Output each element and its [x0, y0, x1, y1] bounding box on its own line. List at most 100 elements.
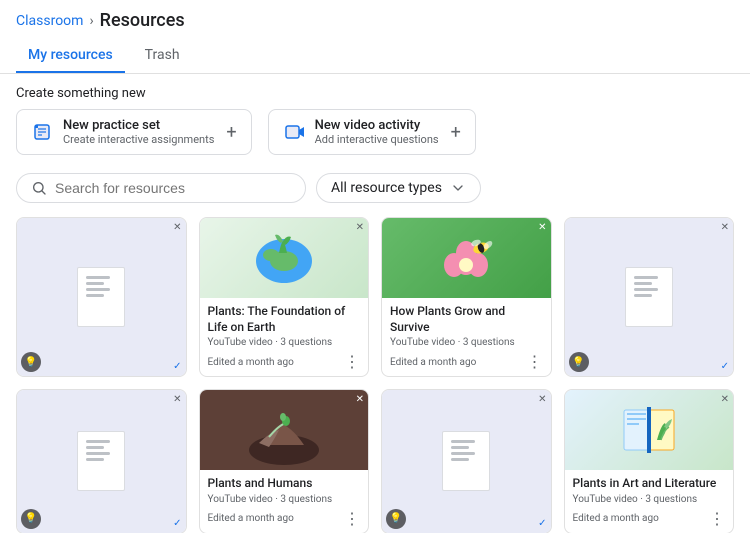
plants-earth-svg: [249, 223, 319, 293]
resource-card[interactable]: ✕ Plants in Art and Literature YouTube v…: [564, 389, 735, 533]
search-icon: [31, 180, 47, 196]
card-more-menu[interactable]: ⋮: [527, 354, 543, 370]
resource-card[interactable]: ✕ Plants and Humans YouTube video · 3 qu…: [199, 389, 370, 533]
resources-grid: 💡 ✕ ✓ A Deep Dive into the Secret Life o…: [0, 213, 750, 533]
card-close-icon[interactable]: ✕: [173, 222, 181, 233]
book-plants-svg: [609, 395, 689, 465]
new-video-activity-button[interactable]: New video activity Add interactive quest…: [268, 109, 476, 155]
card-thumbnail-placeholder: 💡 ✕ ✓: [17, 390, 186, 533]
card-body: A Deep Dive into the Secret Life of Plan…: [17, 376, 186, 377]
resource-card[interactable]: 💡 ✕ ✓ A Deep Dive into the Secret Life o…: [16, 217, 187, 377]
card-title: How Plants Grow and Survive: [390, 304, 543, 335]
video-activity-plus-icon: +: [451, 122, 461, 143]
card-meta: YouTube video · 3 questions: [390, 337, 543, 348]
new-practice-set-button[interactable]: New practice set Create interactive assi…: [16, 109, 252, 155]
card-check-icon: ✓: [173, 518, 181, 529]
doc-icon: [625, 267, 673, 327]
practice-set-sub: Create interactive assignments: [63, 133, 214, 146]
doc-lines: [447, 436, 485, 465]
card-close-icon[interactable]: ✕: [173, 394, 181, 405]
card-footer: Edited a month ago ⋮: [200, 354, 369, 376]
card-check-icon: ✓: [538, 518, 546, 529]
card-close-icon[interactable]: ✕: [538, 222, 546, 233]
card-lightbulb-icon: 💡: [21, 509, 41, 529]
practice-set-icon: [31, 120, 55, 144]
doc-lines: [630, 272, 668, 301]
doc-icon: [77, 267, 125, 327]
practice-set-title: New practice set: [63, 118, 214, 133]
video-activity-title: New video activity: [315, 118, 439, 133]
card-title: Plants: The Foundation of Life on Earth: [208, 304, 361, 335]
card-date: Edited a month ago: [390, 357, 476, 368]
card-body: How Plants Grow and Survive YouTube vide…: [382, 298, 551, 354]
card-body: Plants: The Foundation of Life on Earth …: [200, 298, 369, 354]
video-activity-sub: Add interactive questions: [315, 133, 439, 146]
card-close-icon[interactable]: ✕: [538, 394, 546, 405]
breadcrumb-separator: ›: [89, 13, 93, 29]
card-thumbnail-placeholder: 💡 ✕ ✓: [382, 390, 551, 533]
doc-icon: [442, 431, 490, 491]
video-activity-icon: [283, 120, 307, 144]
card-footer: Edited a month ago ⋮: [200, 511, 369, 533]
card-thumbnail: ✕: [382, 218, 551, 298]
breadcrumb: Classroom › Resources: [0, 0, 750, 39]
search-box[interactable]: [16, 173, 306, 203]
video-activity-text: New video activity Add interactive quest…: [315, 118, 439, 146]
breadcrumb-classroom[interactable]: Classroom: [16, 13, 83, 29]
card-title: Plants in Art and Literature: [573, 476, 726, 492]
card-close-icon[interactable]: ✕: [721, 394, 729, 405]
search-input[interactable]: [55, 180, 291, 196]
card-meta: YouTube video · 3 questions: [208, 337, 361, 348]
tabs-bar: My resources Trash: [0, 39, 750, 74]
card-date: Edited a month ago: [573, 513, 659, 524]
card-title: Plants and Humans: [208, 476, 361, 492]
card-date: Edited a month ago: [208, 357, 294, 368]
resource-card[interactable]: 💡 ✕ ✓ Plants and Their Environment Pract…: [16, 389, 187, 533]
breadcrumb-current: Resources: [100, 10, 185, 31]
tab-my-resources[interactable]: My resources: [16, 39, 125, 73]
card-more-menu[interactable]: ⋮: [709, 511, 725, 527]
resource-type-filter[interactable]: All resource types: [316, 173, 481, 203]
card-lightbulb-icon: 💡: [386, 509, 406, 529]
card-meta: YouTube video · 3 questions: [208, 494, 361, 505]
bee-flower-svg: [426, 223, 506, 293]
card-check-icon: ✓: [173, 361, 181, 372]
card-lightbulb-icon: 💡: [569, 352, 589, 372]
card-thumbnail: ✕: [565, 390, 734, 470]
doc-lines: [82, 436, 120, 465]
create-section: Create something new New practice set Cr…: [0, 74, 750, 163]
card-lightbulb-icon: 💡: [21, 352, 41, 372]
resource-card[interactable]: 💡 ✕ ✓ The Amazing Diversity of Plants Pr…: [564, 217, 735, 377]
card-thumbnail: ✕: [200, 218, 369, 298]
card-date: Edited a month ago: [208, 513, 294, 524]
tab-trash[interactable]: Trash: [133, 39, 192, 73]
card-close-icon[interactable]: ✕: [356, 394, 364, 405]
resource-card[interactable]: 💡 ✕ ✓ The Future of Plants Practice set …: [381, 389, 552, 533]
card-more-menu[interactable]: ⋮: [344, 511, 360, 527]
card-body: The Amazing Diversity of Plants Practice…: [565, 376, 734, 377]
card-footer: Edited a month ago ⋮: [382, 354, 551, 376]
doc-lines: [82, 272, 120, 301]
card-thumbnail-placeholder: 💡 ✕ ✓: [565, 218, 734, 376]
card-check-icon: ✓: [721, 361, 729, 372]
card-thumbnail: ✕: [200, 390, 369, 470]
chevron-down-icon: [450, 180, 466, 196]
card-body: Plants and Humans YouTube video · 3 ques…: [200, 470, 369, 511]
doc-icon: [77, 431, 125, 491]
card-close-icon[interactable]: ✕: [356, 222, 364, 233]
card-close-icon[interactable]: ✕: [721, 222, 729, 233]
create-label: Create something new: [16, 86, 734, 101]
card-footer: Edited a month ago ⋮: [565, 511, 734, 533]
resource-card[interactable]: ✕ Plants: The Foundation of Life on Eart…: [199, 217, 370, 377]
card-body: Plants in Art and Literature YouTube vid…: [565, 470, 734, 511]
search-filter-row: All resource types: [0, 163, 750, 213]
card-thumbnail-placeholder: 💡 ✕ ✓: [17, 218, 186, 376]
card-more-menu[interactable]: ⋮: [344, 354, 360, 370]
create-buttons: New practice set Create interactive assi…: [16, 109, 734, 155]
resource-card[interactable]: ✕ How Plants Grow and Survive YouTube vi…: [381, 217, 552, 377]
hands-soil-svg: [244, 395, 324, 465]
card-meta: YouTube video · 3 questions: [573, 494, 726, 505]
filter-label: All resource types: [331, 180, 442, 196]
practice-set-text: New practice set Create interactive assi…: [63, 118, 214, 146]
practice-set-plus-icon: +: [226, 122, 236, 143]
